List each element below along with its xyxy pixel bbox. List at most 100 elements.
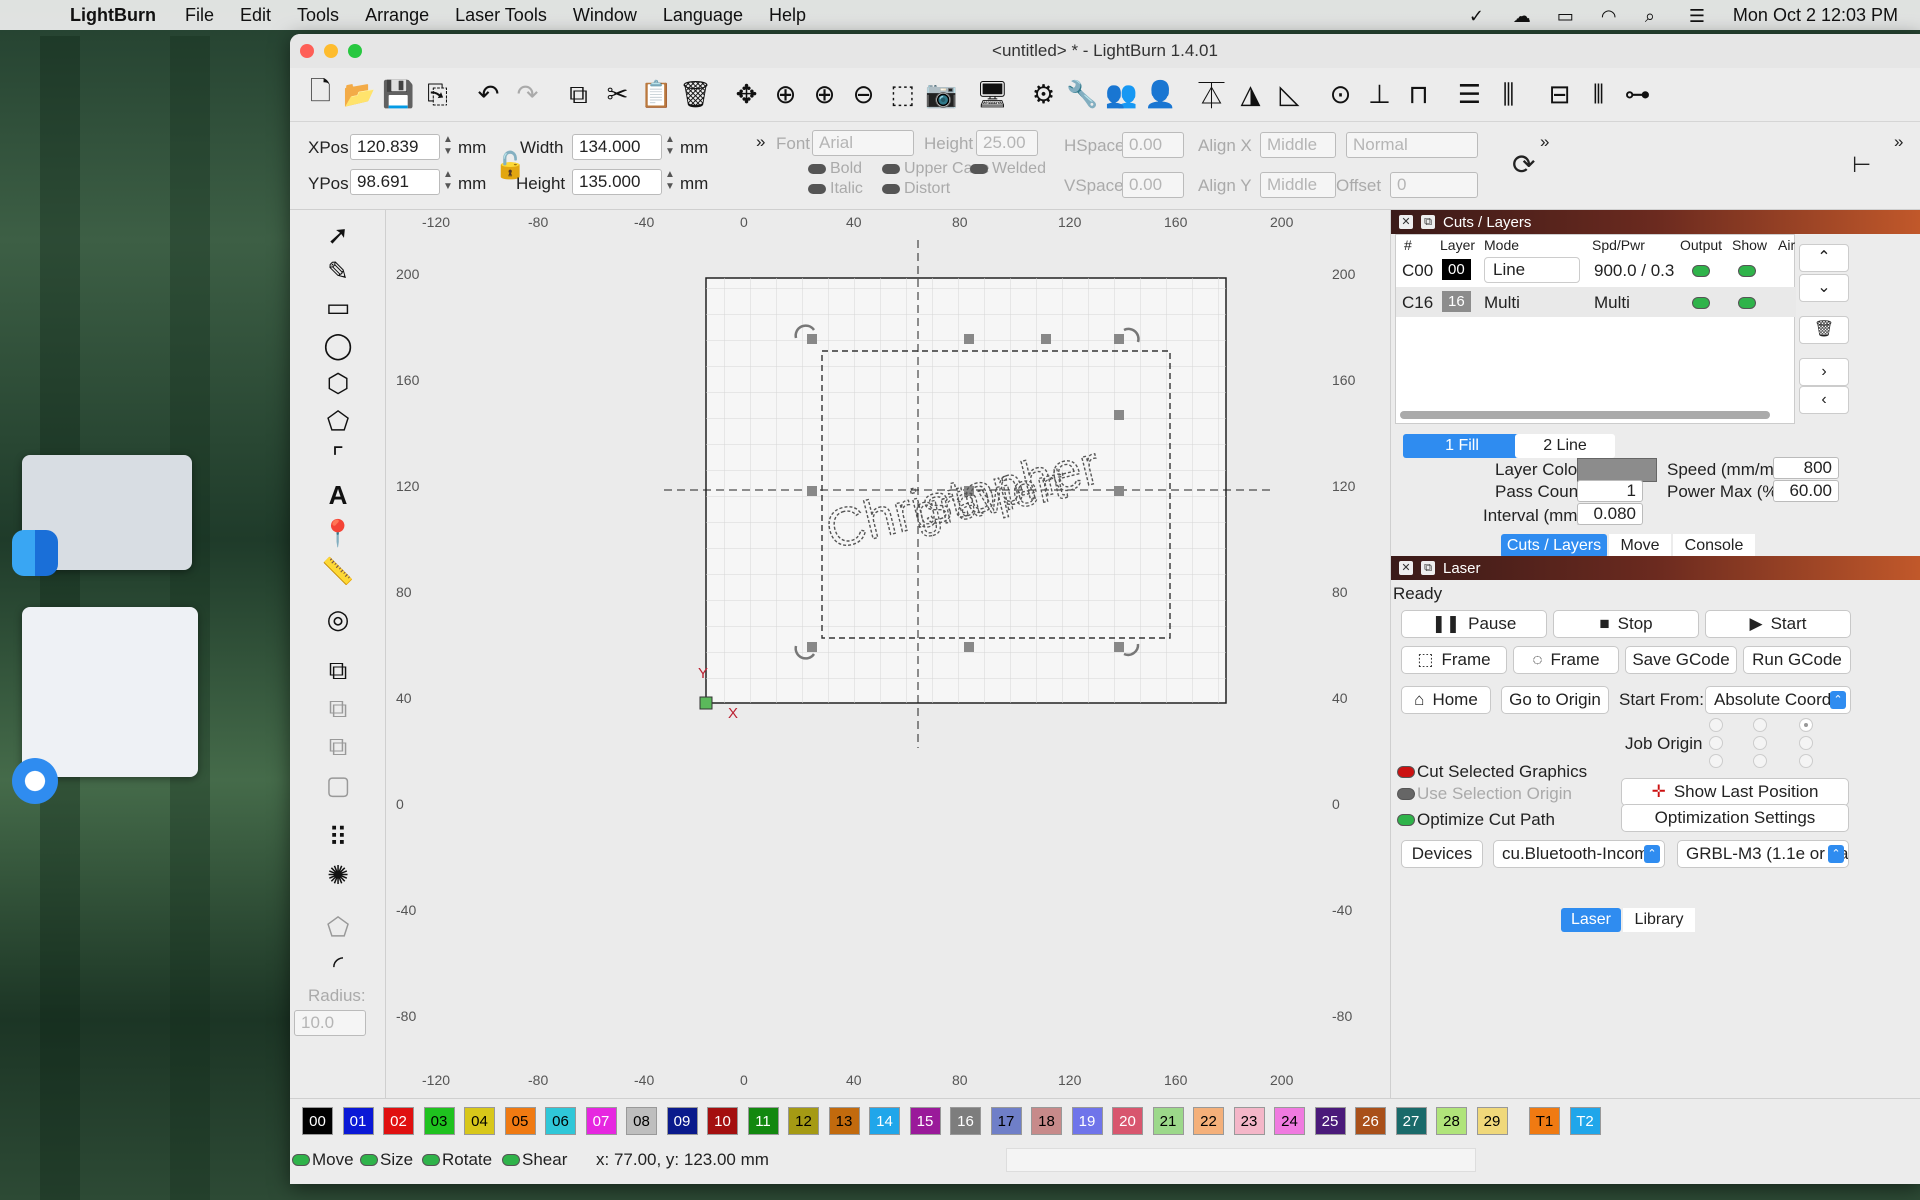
job-origin-radio[interactable] bbox=[1753, 736, 1767, 750]
expand-chevron-icon[interactable]: » bbox=[1894, 132, 1903, 152]
safari-icon[interactable] bbox=[12, 758, 58, 804]
power-max-input[interactable]: 60.00 bbox=[1773, 480, 1839, 502]
job-origin-radio[interactable] bbox=[1799, 754, 1813, 768]
position-marker-icon[interactable]: 📍 bbox=[318, 516, 358, 550]
palette-swatch-28[interactable]: 28 bbox=[1436, 1107, 1467, 1135]
job-origin-radio[interactable] bbox=[1709, 736, 1723, 750]
sub-layer-tab-line[interactable]: 2 Line bbox=[1515, 434, 1615, 458]
ypos-input[interactable]: 98.691 bbox=[350, 169, 440, 195]
pause-button[interactable]: ❚❚ Pause bbox=[1401, 610, 1547, 638]
dock-panel-icon[interactable]: ⊢ bbox=[1852, 152, 1871, 178]
palette-swatch-19[interactable]: 19 bbox=[1071, 1107, 1103, 1135]
mirror-vertical-icon[interactable]: ◮ bbox=[1232, 75, 1269, 115]
distribute-icon[interactable]: ⊓ bbox=[1400, 75, 1437, 115]
machine-settings-icon[interactable]: 🔧 bbox=[1064, 75, 1101, 115]
menu-help[interactable]: Help bbox=[756, 5, 819, 26]
move-toggle[interactable] bbox=[292, 1154, 310, 1166]
align-x-select[interactable]: Middle bbox=[1260, 132, 1336, 158]
align-y-select[interactable]: Middle bbox=[1260, 172, 1336, 198]
move-icon[interactable]: ✥ bbox=[728, 75, 765, 115]
frame-tool-icon[interactable]: ⌜ bbox=[318, 440, 358, 474]
corner-radius-icon[interactable]: ◜ bbox=[318, 948, 358, 982]
palette-swatch-10[interactable]: 10 bbox=[707, 1107, 738, 1135]
save-icon[interactable]: 💾 bbox=[380, 75, 417, 115]
layer-delete-button[interactable]: 🗑 bbox=[1799, 316, 1849, 344]
settings-gear-icon[interactable]: ⚙ bbox=[1025, 75, 1062, 115]
close-window-button[interactable] bbox=[300, 44, 314, 58]
menu-laser-tools[interactable]: Laser Tools bbox=[442, 5, 560, 26]
layer-down-button[interactable]: ⌄ bbox=[1799, 274, 1849, 302]
vspace-input[interactable]: 0.00 bbox=[1122, 172, 1184, 198]
palette-swatch-29[interactable]: 29 bbox=[1476, 1107, 1508, 1135]
grid-array-icon[interactable]: ⠿ bbox=[318, 820, 358, 854]
palette-swatch-09[interactable]: 09 bbox=[666, 1107, 698, 1135]
text-tool-icon[interactable]: A bbox=[318, 478, 358, 512]
layer-prev-button[interactable]: ‹ bbox=[1799, 386, 1849, 414]
menu-file[interactable]: File bbox=[172, 5, 227, 26]
job-origin-radio[interactable] bbox=[1709, 718, 1723, 732]
pentagon-icon[interactable]: ⬠ bbox=[318, 404, 358, 438]
align-horizontal-icon[interactable]: ☰ bbox=[1451, 75, 1488, 115]
distort-toggle[interactable]: Distort bbox=[882, 180, 950, 198]
expand-chevron-icon[interactable]: » bbox=[756, 132, 765, 152]
measure-ruler-icon[interactable]: 📏 bbox=[318, 554, 358, 588]
zoom-fit-icon[interactable]: ⊕ bbox=[767, 75, 804, 115]
boolean-union-icon[interactable]: ⧉ bbox=[318, 654, 358, 688]
tab-console[interactable]: Console bbox=[1673, 534, 1755, 558]
distribute-vertical-icon[interactable]: ⫴ bbox=[1580, 75, 1617, 115]
title-bar[interactable]: <untitled> * - LightBurn 1.4.01 bbox=[290, 34, 1920, 68]
palette-swatch-22[interactable]: 22 bbox=[1193, 1107, 1224, 1135]
redo-icon[interactable]: ↷ bbox=[509, 75, 546, 115]
palette-swatch-t1[interactable]: T1 bbox=[1529, 1107, 1560, 1135]
italic-toggle[interactable]: Italic bbox=[808, 180, 863, 198]
mirror-horizontal-icon[interactable]: ⏄ bbox=[1193, 75, 1230, 115]
tab-move[interactable]: Move bbox=[1609, 534, 1671, 558]
palette-swatch-03[interactable]: 03 bbox=[423, 1107, 455, 1135]
close-panel-icon[interactable]: ✕ bbox=[1399, 215, 1413, 229]
tab-laser[interactable]: Laser bbox=[1561, 908, 1621, 932]
spotlight-search-icon[interactable]: ⌕ bbox=[1645, 6, 1667, 26]
show-toggle[interactable] bbox=[1738, 297, 1756, 309]
size-toggle[interactable] bbox=[360, 1154, 378, 1166]
job-origin-radio[interactable] bbox=[1799, 736, 1813, 750]
zoom-in-icon[interactable]: ⊕ bbox=[806, 75, 843, 115]
interval-input[interactable]: 0.080 bbox=[1577, 503, 1643, 525]
control-center-icon[interactable]: ☰ bbox=[1689, 6, 1711, 26]
palette-swatch-17[interactable]: 17 bbox=[990, 1107, 1022, 1135]
start-button[interactable]: ▶ Start bbox=[1705, 610, 1851, 638]
copy-icon[interactable]: ⧉ bbox=[560, 75, 597, 115]
menu-arrange[interactable]: Arrange bbox=[352, 5, 442, 26]
new-file-icon[interactable]: 🗋 bbox=[302, 75, 339, 115]
width-input[interactable]: 134.000 bbox=[572, 134, 662, 160]
offset-input[interactable]: 0 bbox=[1390, 172, 1478, 198]
stop-button[interactable]: ■ Stop bbox=[1553, 610, 1699, 638]
text-style-select[interactable]: Normal bbox=[1346, 132, 1478, 158]
width-stepper[interactable]: ▲ ▼ bbox=[664, 134, 676, 160]
layer-color-swatch[interactable] bbox=[1577, 458, 1657, 482]
optimization-settings-button[interactable]: Optimization Settings bbox=[1621, 804, 1849, 832]
menu-language[interactable]: Language bbox=[650, 5, 756, 26]
ungroup-icon[interactable]: 👤 bbox=[1142, 75, 1179, 115]
tab-library[interactable]: Library bbox=[1623, 908, 1695, 932]
font-select[interactable]: Arial bbox=[812, 130, 914, 156]
start-from-select[interactable]: Absolute Coords bbox=[1705, 686, 1851, 714]
bold-toggle[interactable]: Bold bbox=[808, 160, 862, 178]
palette-swatch-15[interactable]: 15 bbox=[909, 1107, 941, 1135]
rotate-icon[interactable]: ◺ bbox=[1271, 75, 1308, 115]
weld-icon[interactable]: ▢ bbox=[318, 768, 358, 802]
go-to-origin-button[interactable]: Go to Origin bbox=[1501, 686, 1609, 714]
refresh-icon[interactable]: ⟳ bbox=[1512, 148, 1535, 181]
align-center-icon[interactable]: ⊙ bbox=[1322, 75, 1359, 115]
palette-swatch-13[interactable]: 13 bbox=[828, 1107, 860, 1135]
camera-icon[interactable]: 📷 bbox=[923, 75, 960, 115]
finder-icon[interactable] bbox=[12, 530, 58, 576]
palette-swatch-t2[interactable]: T2 bbox=[1569, 1107, 1601, 1135]
palette-swatch-16[interactable]: 16 bbox=[950, 1107, 981, 1135]
menu-edit[interactable]: Edit bbox=[227, 5, 284, 26]
job-origin-radio[interactable] bbox=[1753, 718, 1767, 732]
palette-swatch-04[interactable]: 04 bbox=[464, 1107, 495, 1135]
run-gcode-button[interactable]: Run GCode bbox=[1743, 646, 1851, 674]
expand-chevron-icon[interactable]: » bbox=[1540, 132, 1549, 152]
frame-circle-button[interactable]: ◌ Frame bbox=[1513, 646, 1619, 674]
minimize-window-button[interactable] bbox=[324, 44, 338, 58]
